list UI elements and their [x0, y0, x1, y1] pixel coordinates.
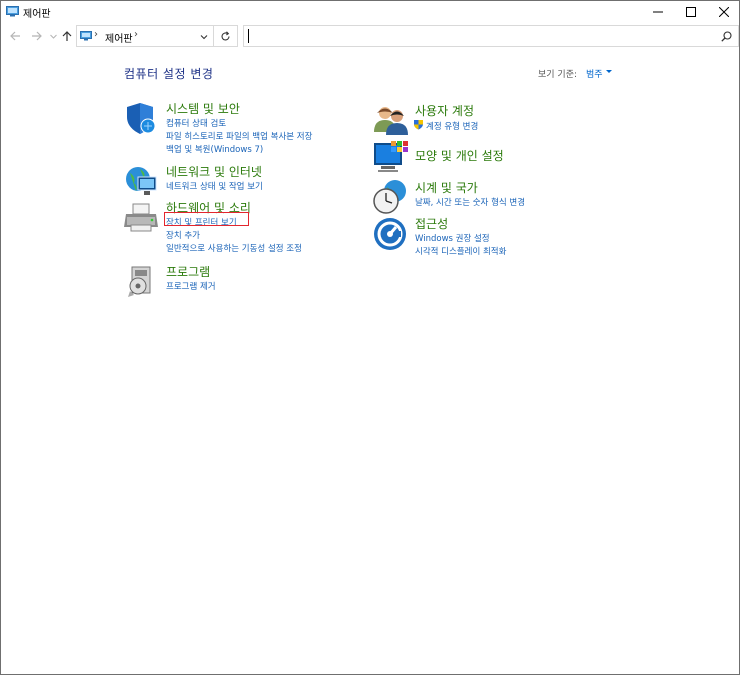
- maximize-icon: [686, 7, 696, 17]
- refresh-icon: [221, 30, 230, 40]
- highlight-box: [164, 212, 249, 226]
- text-cursor: [248, 29, 249, 43]
- printer-icon[interactable]: [124, 199, 160, 235]
- category-system-security: 시스템 및 보안 컴퓨터 상태 검토 파일 히스토리로 파일의 백업 복사본 저…: [124, 100, 354, 160]
- category-link[interactable]: 프로그램 제거: [166, 280, 216, 292]
- page-title: 컴퓨터 설정 변경: [124, 67, 214, 81]
- forward-button[interactable]: [28, 28, 44, 44]
- users-icon[interactable]: [373, 102, 409, 138]
- dropdown-arrow-icon[interactable]: [606, 70, 612, 73]
- refresh-button[interactable]: [214, 25, 238, 47]
- category-heading[interactable]: 시계 및 국가: [415, 179, 478, 196]
- address-bar[interactable]: › 제어판 ›: [76, 25, 214, 47]
- programs-icon[interactable]: [124, 263, 160, 299]
- close-icon: [719, 7, 729, 17]
- category-accessibility: 접근성 Windows 권장 설정 시각적 디스플레이 최적화: [373, 215, 633, 259]
- category-link[interactable]: 계정 유형 변경: [426, 120, 478, 132]
- category-link[interactable]: 시각적 디스플레이 최적화: [415, 245, 506, 257]
- close-button[interactable]: [707, 1, 740, 23]
- category-heading[interactable]: 사용자 계정: [415, 102, 474, 119]
- category-heading[interactable]: 시스템 및 보안: [166, 100, 240, 117]
- back-button[interactable]: [7, 28, 23, 44]
- title-bar[interactable]: 제어판: [1, 1, 739, 23]
- category-link[interactable]: 네트워크 상태 및 작업 보기: [166, 180, 263, 192]
- view-by-dropdown[interactable]: 범주: [586, 67, 603, 80]
- up-button[interactable]: [59, 28, 75, 44]
- breadcrumb-control-panel[interactable]: 제어판: [105, 30, 133, 45]
- network-globe-icon[interactable]: [124, 163, 160, 199]
- category-network-internet: 네트워크 및 인터넷 네트워크 상태 및 작업 보기: [124, 163, 354, 199]
- accessibility-icon[interactable]: [373, 215, 409, 251]
- category-link[interactable]: 백업 및 복원(Windows 7): [166, 143, 263, 155]
- search-icon[interactable]: [721, 31, 732, 42]
- arrow-right-icon: [31, 31, 42, 41]
- control-panel-icon: [80, 31, 92, 41]
- control-panel-window: 제어판 › 제어판 › 컴퓨터 설정 변경 보기 기준: 범주 시스템 및 보안…: [0, 0, 740, 675]
- window-title: 제어판: [23, 9, 51, 20]
- view-by-label: 보기 기준:: [538, 70, 578, 80]
- category-link[interactable]: 파일 히스토리로 파일의 백업 복사본 저장: [166, 130, 312, 142]
- minimize-icon: [653, 11, 663, 13]
- breadcrumb-separator[interactable]: ›: [94, 29, 98, 40]
- arrow-left-icon: [9, 31, 20, 41]
- minimize-button[interactable]: [641, 1, 675, 23]
- category-appearance: 모양 및 개인 설정: [373, 141, 633, 177]
- category-heading[interactable]: 접근성: [415, 215, 448, 232]
- uac-shield-icon: [414, 120, 423, 130]
- category-programs: 프로그램 프로그램 제거: [124, 263, 354, 299]
- chevron-down-icon[interactable]: [199, 32, 209, 42]
- appearance-icon[interactable]: [373, 141, 409, 177]
- category-heading[interactable]: 모양 및 개인 설정: [415, 147, 504, 164]
- category-user-accounts: 사용자 계정 계정 유형 변경: [373, 102, 633, 138]
- category-clock-region: 시계 및 국가 날짜, 시간 또는 숫자 형식 변경: [373, 179, 633, 215]
- category-link[interactable]: 일반적으로 사용하는 기동성 설정 조정: [166, 242, 302, 254]
- category-link[interactable]: 장치 추가: [166, 229, 200, 241]
- search-input[interactable]: [243, 25, 739, 47]
- category-hardware-sound: 하드웨어 및 소리 장치 및 프린터 보기 장치 추가 일반적으로 사용하는 기…: [124, 199, 354, 259]
- category-heading[interactable]: 프로그램: [166, 263, 210, 280]
- shield-icon[interactable]: [124, 100, 160, 136]
- navigation-bar: › 제어판 ›: [1, 23, 739, 49]
- maximize-button[interactable]: [674, 1, 708, 23]
- control-panel-icon: [6, 6, 19, 17]
- category-link[interactable]: 컴퓨터 상태 검토: [166, 117, 226, 129]
- arrow-up-icon: [62, 30, 72, 41]
- clock-globe-icon[interactable]: [373, 179, 409, 215]
- category-heading[interactable]: 네트워크 및 인터넷: [166, 163, 262, 180]
- breadcrumb-separator[interactable]: ›: [134, 29, 138, 40]
- category-link[interactable]: 날짜, 시간 또는 숫자 형식 변경: [415, 196, 525, 208]
- chevron-down-icon: [49, 34, 57, 39]
- category-link[interactable]: Windows 권장 설정: [415, 232, 490, 244]
